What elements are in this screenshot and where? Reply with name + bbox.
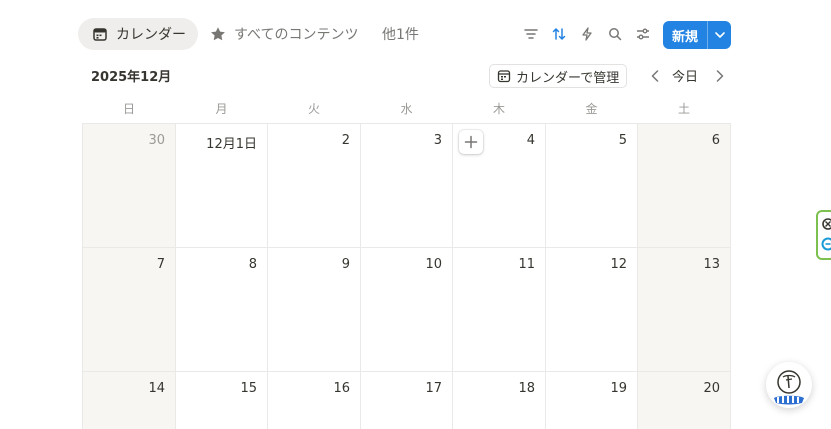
day-number: 12月1日 <box>206 137 257 152</box>
star-icon <box>210 26 226 42</box>
next-month-icon[interactable] <box>712 66 728 86</box>
day-number: 5 <box>618 133 627 148</box>
day-cell[interactable]: 18 <box>453 372 546 429</box>
extension-widget[interactable] <box>816 210 831 260</box>
weekday-sun: 日 <box>122 102 135 116</box>
day-cell[interactable]: 7 <box>83 248 176 372</box>
day-cell[interactable]: 9 <box>268 248 361 372</box>
sort-icon[interactable] <box>549 24 569 44</box>
day-number: 7 <box>156 257 165 272</box>
day-cell[interactable]: 5 <box>546 124 638 248</box>
prev-month-icon[interactable] <box>647 66 663 86</box>
day-cell[interactable]: 3 <box>361 124 453 248</box>
day-number: 30 <box>148 133 165 148</box>
day-cell[interactable]: 20 <box>638 372 731 429</box>
calendar-icon <box>92 26 108 42</box>
plus-icon <box>464 135 478 149</box>
filter-icon[interactable] <box>521 24 541 44</box>
manage-in-calendar-button[interactable]: カレンダーで管理 <box>489 64 628 88</box>
day-number: 2 <box>341 133 350 148</box>
tab-more-label: 他1件 <box>382 27 419 43</box>
tab-more[interactable]: 他1件 <box>382 18 419 50</box>
day-number: 17 <box>425 381 442 396</box>
weekday-tue: 火 <box>307 102 320 116</box>
new-button-label: 新規 <box>671 29 698 45</box>
automation-icon[interactable] <box>577 24 597 44</box>
new-button[interactable]: 新規 <box>663 21 731 49</box>
tab-all-content[interactable]: すべてのコンテンツ <box>210 18 358 50</box>
day-cell[interactable]: 12 <box>546 248 638 372</box>
tab-all-content-label: すべてのコンテンツ <box>234 27 359 43</box>
day-cell[interactable]: 11 <box>453 248 546 372</box>
month-title: 2025年12月 <box>91 70 172 85</box>
tab-calendar[interactable]: カレンダー <box>78 18 198 50</box>
weekday-sat: 土 <box>677 102 690 116</box>
weekday-thu: 木 <box>492 102 505 116</box>
day-number: 16 <box>333 381 350 396</box>
day-cell[interactable]: 30 <box>83 124 176 248</box>
day-cell[interactable]: 10 <box>361 248 453 372</box>
day-cell[interactable]: 2 <box>268 124 361 248</box>
day-number: 18 <box>518 381 535 396</box>
day-number: 14 <box>148 381 165 396</box>
day-cell[interactable]: 15 <box>176 372 268 429</box>
help-assistant-button[interactable] <box>766 362 812 408</box>
day-cell[interactable]: 13 <box>638 248 731 372</box>
add-event-button[interactable] <box>459 130 483 154</box>
calendar-manage-icon <box>497 69 511 83</box>
day-cell[interactable]: 12月1日 <box>176 124 268 248</box>
day-number: 20 <box>703 381 720 396</box>
today-button[interactable]: 今日 <box>672 66 698 85</box>
day-cell[interactable]: 14 <box>83 372 176 429</box>
day-number: 3 <box>433 133 442 148</box>
weekday-mon: 月 <box>215 102 228 116</box>
day-number: 10 <box>425 257 442 272</box>
settings-icon[interactable] <box>633 24 653 44</box>
day-number: 12 <box>610 257 627 272</box>
day-number: 6 <box>711 133 720 148</box>
day-number: 15 <box>240 381 257 396</box>
day-cell[interactable]: 19 <box>546 372 638 429</box>
day-cell[interactable]: 17 <box>361 372 453 429</box>
day-number: 9 <box>341 257 350 272</box>
chevron-down-icon[interactable] <box>708 32 731 38</box>
tab-calendar-label: カレンダー <box>116 27 186 43</box>
search-icon[interactable] <box>605 24 625 44</box>
day-cell[interactable]: 16 <box>268 372 361 429</box>
day-cell[interactable]: 6 <box>638 124 731 248</box>
day-number: 13 <box>703 257 720 272</box>
weekday-wed: 水 <box>400 102 413 116</box>
manage-label: カレンダーで管理 <box>516 70 620 86</box>
extension-icon <box>821 218 831 251</box>
day-number: 4 <box>526 133 535 148</box>
weekday-fri: 金 <box>585 102 598 116</box>
day-cell[interactable]: 8 <box>176 248 268 372</box>
assistant-avatar-icon <box>774 370 804 405</box>
day-number: 8 <box>248 257 257 272</box>
day-number: 11 <box>518 257 535 272</box>
day-number: 19 <box>610 381 627 396</box>
